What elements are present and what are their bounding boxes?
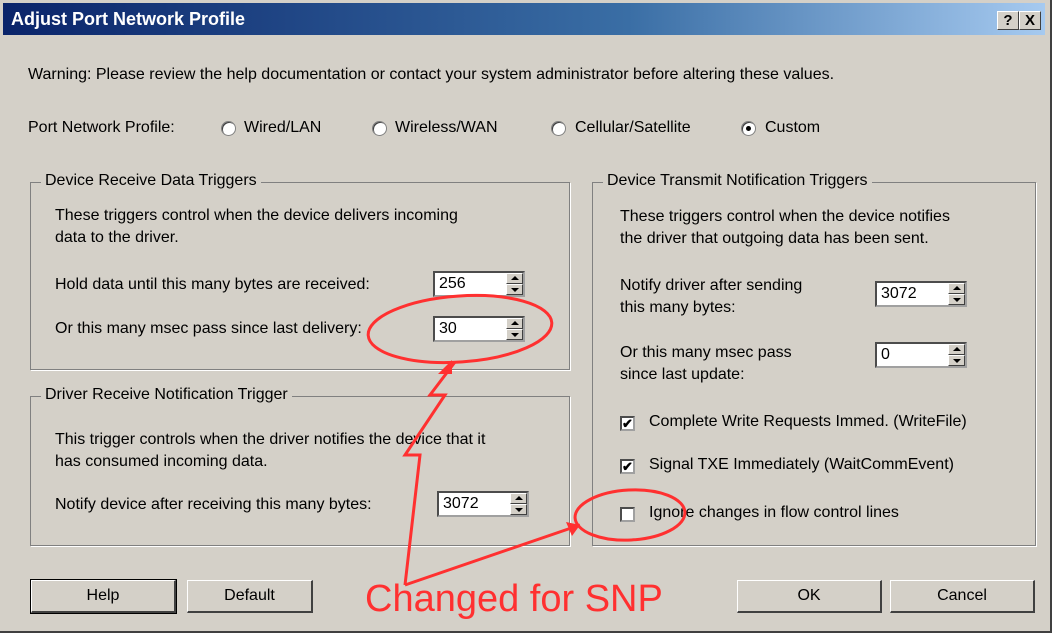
radio-custom[interactable] <box>741 121 756 136</box>
receive-group-title: Device Receive Data Triggers <box>41 172 261 190</box>
send-bytes-label-2: this many bytes: <box>620 299 736 316</box>
default-button[interactable]: Default <box>187 580 313 613</box>
dialog-window: Adjust Port Network Profile ? X Warning:… <box>0 0 1052 633</box>
window-title: Adjust Port Network Profile <box>11 9 246 29</box>
send-bytes-value[interactable]: 3072 <box>881 285 917 303</box>
hold-bytes-label: Hold data until this many bytes are rece… <box>55 276 370 293</box>
help-title-button[interactable]: ? <box>997 11 1019 30</box>
cancel-button[interactable]: Cancel <box>890 580 1035 613</box>
hold-bytes-down-arrow[interactable] <box>506 284 523 295</box>
notify-bytes-down-arrow[interactable] <box>510 504 527 515</box>
receive-msec-value[interactable]: 30 <box>439 320 457 338</box>
ignore-flow-checkbox[interactable] <box>620 507 635 522</box>
receive-msec-spinner[interactable]: 30 <box>433 316 525 342</box>
receive-msec-down-arrow[interactable] <box>506 329 523 340</box>
radio-label-wired-lan[interactable]: Wired/LAN <box>244 119 321 137</box>
radio-label-wireless-wan[interactable]: Wireless/WAN <box>395 119 498 137</box>
signal-txe-label[interactable]: Signal TXE Immediately (WaitCommEvent) <box>649 456 954 474</box>
transmit-msec-up-arrow[interactable] <box>948 344 965 355</box>
transmit-msec-label-2: since last update: <box>620 366 745 383</box>
complete-write-checkbox[interactable]: ✔ <box>620 416 635 431</box>
receive-msec-up-arrow[interactable] <box>506 318 523 329</box>
radio-wired-lan[interactable] <box>221 121 236 136</box>
ok-button[interactable]: OK <box>737 580 882 613</box>
hold-bytes-up-arrow[interactable] <box>506 273 523 284</box>
transmit-msec-spinner[interactable]: 0 <box>875 342 967 368</box>
driver-desc-2: has consumed incoming data. <box>55 453 268 470</box>
help-button[interactable]: Help <box>30 579 177 614</box>
send-bytes-up-arrow[interactable] <box>948 283 965 294</box>
driver-notification-group: Driver Receive Notification Trigger <box>30 386 570 546</box>
receive-desc-1: These triggers control when the device d… <box>55 207 458 224</box>
notify-bytes-value[interactable]: 3072 <box>443 495 479 513</box>
transmit-msec-label-1: Or this many msec pass <box>620 344 792 361</box>
transmit-msec-value[interactable]: 0 <box>881 346 890 364</box>
ignore-flow-label[interactable]: Ignore changes in flow control lines <box>649 504 899 522</box>
signal-txe-checkbox[interactable]: ✔ <box>620 459 635 474</box>
receive-msec-label: Or this many msec pass since last delive… <box>55 320 362 337</box>
transmit-desc-2: the driver that outgoing data has been s… <box>620 230 929 247</box>
send-bytes-down-arrow[interactable] <box>948 294 965 305</box>
complete-write-label[interactable]: Complete Write Requests Immed. (WriteFil… <box>649 413 967 431</box>
send-bytes-spinner[interactable]: 3072 <box>875 281 967 307</box>
hold-bytes-spinner[interactable]: 256 <box>433 271 525 297</box>
radio-cellular-satellite[interactable] <box>551 121 566 136</box>
radio-label-custom[interactable]: Custom <box>765 119 820 137</box>
receive-desc-2: data to the driver. <box>55 229 179 246</box>
notify-bytes-up-arrow[interactable] <box>510 493 527 504</box>
warning-text: Warning: Please review the help document… <box>28 66 835 83</box>
radio-wireless-wan[interactable] <box>372 121 387 136</box>
hold-bytes-value[interactable]: 256 <box>439 275 466 293</box>
profile-label: Port Network Profile: <box>28 119 175 136</box>
transmit-group-title: Device Transmit Notification Triggers <box>603 172 872 190</box>
send-bytes-label-1: Notify driver after sending <box>620 277 803 294</box>
radio-label-cellular-satellite[interactable]: Cellular/Satellite <box>575 119 691 137</box>
transmit-msec-down-arrow[interactable] <box>948 355 965 366</box>
notify-bytes-spinner[interactable]: 3072 <box>437 491 529 517</box>
notify-bytes-label: Notify device after receiving this many … <box>55 496 372 513</box>
driver-desc-1: This trigger controls when the driver no… <box>55 431 486 448</box>
title-bar: Adjust Port Network Profile ? X <box>3 3 1045 35</box>
driver-group-title: Driver Receive Notification Trigger <box>41 386 292 404</box>
transmit-desc-1: These triggers control when the device n… <box>620 208 950 225</box>
close-button[interactable]: X <box>1019 11 1041 30</box>
